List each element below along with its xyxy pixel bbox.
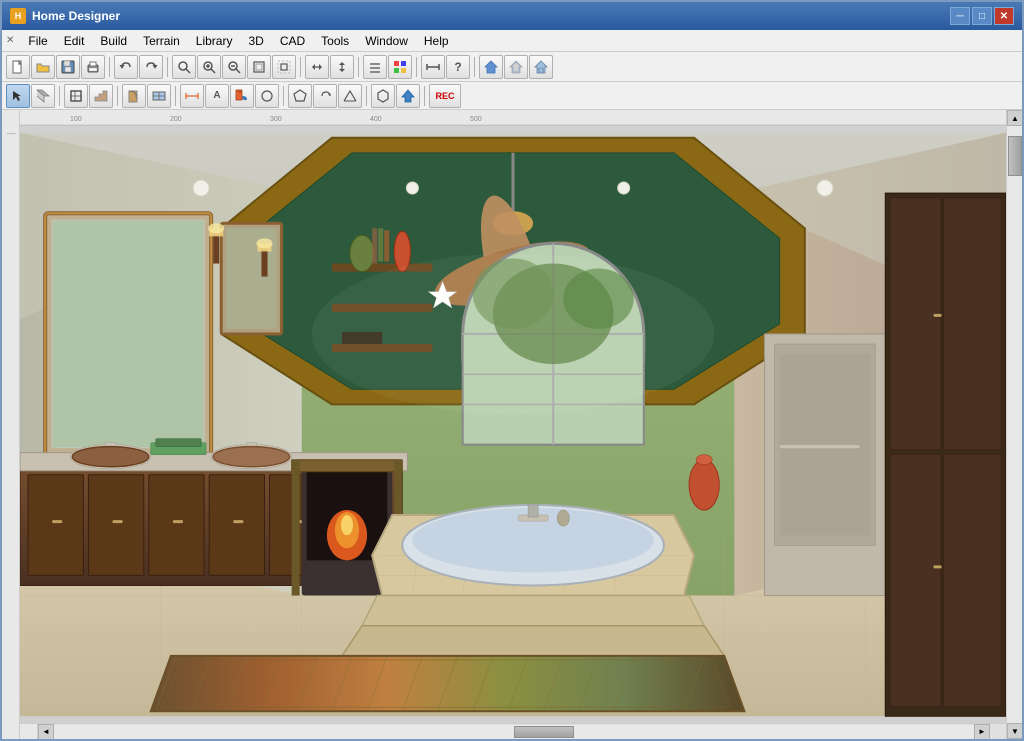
main-area: │ 100 200 300 400 500 xyxy=(2,110,1022,739)
scroll-down-button[interactable]: ▼ xyxy=(1007,723,1022,739)
sep10 xyxy=(283,86,284,106)
rotate-tool-button[interactable] xyxy=(313,84,337,108)
door-tool-button[interactable] xyxy=(122,84,146,108)
sep6 xyxy=(474,57,475,77)
svg-text:300: 300 xyxy=(270,116,282,123)
h-scrollbar-track[interactable] xyxy=(54,725,974,739)
color-button[interactable] xyxy=(388,55,412,79)
v-scrollbar-track[interactable] xyxy=(1007,126,1022,723)
help-button[interactable]: ? xyxy=(446,55,470,79)
app-icon: H xyxy=(10,8,26,24)
polygon-tool-button[interactable] xyxy=(288,84,312,108)
vertical-scrollbar[interactable]: ▲ ▼ xyxy=(1006,110,1022,739)
window-tool-button[interactable] xyxy=(147,84,171,108)
paint-tool-button[interactable] xyxy=(230,84,254,108)
record-button[interactable]: REC xyxy=(429,84,461,108)
sep5 xyxy=(416,57,417,77)
stairs-button[interactable] xyxy=(89,84,113,108)
top-ruler: 100 200 300 400 500 xyxy=(20,110,1006,126)
sep2 xyxy=(167,57,168,77)
scroll-left-button[interactable]: ◄ xyxy=(38,724,54,740)
sep1 xyxy=(109,57,110,77)
arrow-up-button[interactable] xyxy=(396,84,420,108)
title-bar: H Home Designer ─ □ ✕ xyxy=(2,2,1022,30)
svg-text:200: 200 xyxy=(170,116,182,123)
elevation-button[interactable] xyxy=(338,84,362,108)
menu-help[interactable]: Help xyxy=(416,32,457,50)
bottom-left-corner xyxy=(20,724,38,739)
toolbar-2: A REC xyxy=(2,82,1022,110)
home-view2-button[interactable] xyxy=(504,55,528,79)
restore-button[interactable]: □ xyxy=(972,7,992,25)
toolbar-1: ? xyxy=(2,52,1022,82)
sep8 xyxy=(117,86,118,106)
svg-text:100: 100 xyxy=(70,116,82,123)
sep4 xyxy=(358,57,359,77)
minimize-button[interactable]: ─ xyxy=(950,7,970,25)
menu-file[interactable]: File xyxy=(20,32,55,50)
fit-sel-button[interactable] xyxy=(272,55,296,79)
horizontal-scrollbar[interactable]: ◄ ► xyxy=(38,724,990,739)
svg-text:400: 400 xyxy=(370,116,382,123)
zoom-out-button[interactable] xyxy=(222,55,246,79)
window-title: Home Designer xyxy=(32,9,950,23)
bottom-right-corner xyxy=(990,724,1006,739)
viewport[interactable] xyxy=(20,126,1006,723)
save-button[interactable] xyxy=(56,55,80,79)
room-tool-button[interactable] xyxy=(64,84,88,108)
home-view3-button[interactable] xyxy=(529,55,553,79)
scroll-right-button[interactable]: ► xyxy=(974,724,990,740)
menu-window[interactable]: Window xyxy=(357,32,416,50)
menu-library[interactable]: Library xyxy=(188,32,241,50)
redo-button[interactable] xyxy=(139,55,163,79)
bottom-scrollbar-area: ◄ ► xyxy=(20,723,1006,739)
sep3 xyxy=(300,57,301,77)
main-window: H Home Designer ─ □ ✕ ✕ File Edit Build … xyxy=(0,0,1024,741)
sep12 xyxy=(424,86,425,106)
menu-edit[interactable]: Edit xyxy=(56,32,93,50)
pan-h-button[interactable] xyxy=(305,55,329,79)
print-button[interactable] xyxy=(81,55,105,79)
undo-button[interactable] xyxy=(114,55,138,79)
circle-tool-button[interactable] xyxy=(255,84,279,108)
sep11 xyxy=(366,86,367,106)
h-scrollbar-thumb[interactable] xyxy=(514,726,574,738)
left-ruler: │ xyxy=(2,110,20,739)
v-scrollbar-thumb[interactable] xyxy=(1008,136,1022,176)
hex-button[interactable] xyxy=(371,84,395,108)
home-view1-button[interactable] xyxy=(479,55,503,79)
content-area: 100 200 300 400 500 xyxy=(20,110,1006,739)
svg-text:500: 500 xyxy=(470,116,482,123)
pan-v-button[interactable] xyxy=(330,55,354,79)
menu-tools[interactable]: Tools xyxy=(313,32,357,50)
dimension-tool-button[interactable] xyxy=(180,84,204,108)
menu-bar: ✕ File Edit Build Terrain Library 3D CAD… xyxy=(2,30,1022,52)
wall-tool-button[interactable] xyxy=(31,84,55,108)
scroll-up-button[interactable]: ▲ xyxy=(1007,110,1022,126)
menu-terrain[interactable]: Terrain xyxy=(135,32,188,50)
open-button[interactable] xyxy=(31,55,55,79)
select-tool-button[interactable] xyxy=(6,84,30,108)
text-tool-button[interactable]: A xyxy=(205,84,229,108)
layers-button[interactable] xyxy=(363,55,387,79)
menu-cad[interactable]: CAD xyxy=(272,32,313,50)
zoom-in-button[interactable] xyxy=(197,55,221,79)
new-button[interactable] xyxy=(6,55,30,79)
measure-button[interactable] xyxy=(421,55,445,79)
window-controls: ─ □ ✕ xyxy=(950,7,1014,25)
menu-3d[interactable]: 3D xyxy=(240,32,271,50)
sep7 xyxy=(59,86,60,106)
zoom-tool-button[interactable] xyxy=(172,55,196,79)
menu-build[interactable]: Build xyxy=(92,32,135,50)
fit-all-button[interactable] xyxy=(247,55,271,79)
close-button[interactable]: ✕ xyxy=(994,7,1014,25)
sep9 xyxy=(175,86,176,106)
